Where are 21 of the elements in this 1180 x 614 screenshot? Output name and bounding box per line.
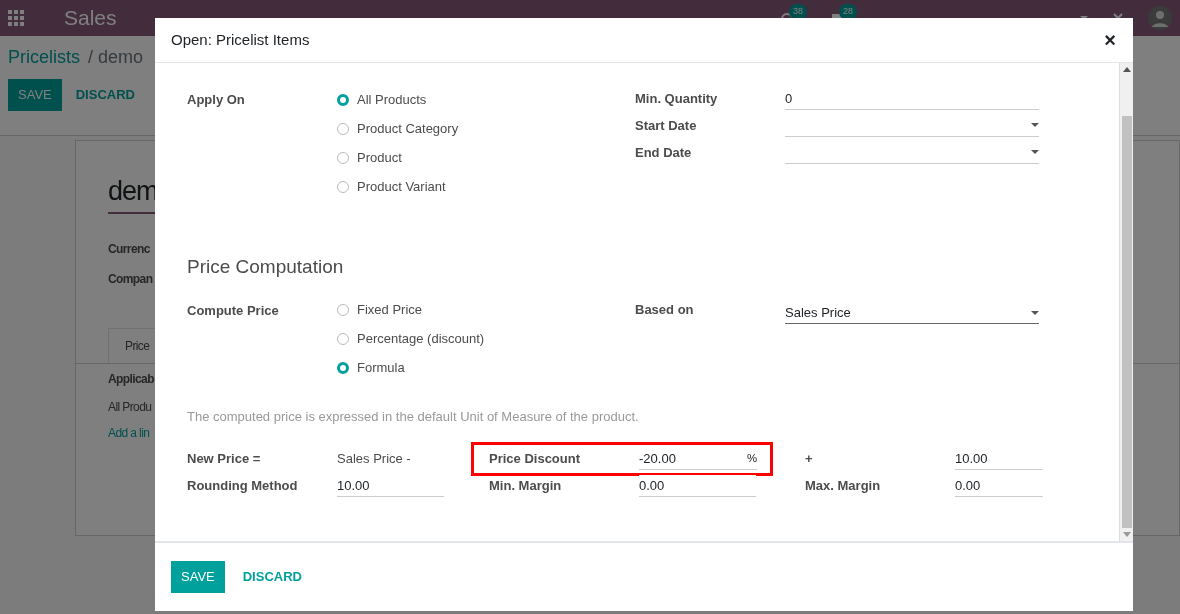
field-label: Currenc	[108, 240, 150, 258]
field-label: Apply On	[187, 91, 246, 109]
dialog-title: Open: Pricelist Items	[171, 29, 310, 50]
field-label: Max. Margin	[805, 477, 882, 496]
field-label: Start Date	[635, 116, 698, 135]
field-label: Min. Quantity	[635, 89, 719, 108]
field-label: Based on	[635, 301, 695, 320]
field-label: End Date	[635, 143, 693, 162]
field-label: Compute Price	[187, 301, 280, 320]
column-header: Applicab	[108, 370, 154, 388]
help-text: The computed price is expressed in the default Unit of Measure of the product.	[187, 407, 640, 426]
field-label: Min. Margin	[489, 477, 563, 496]
field-label: Rounding Method	[187, 477, 299, 496]
section-title: Price Computation	[187, 255, 345, 279]
formula-text: Sales Price -	[337, 450, 412, 469]
field-label: New Price =	[187, 450, 262, 469]
field-label: Compan	[108, 270, 153, 288]
table-cell-text: All Produ	[108, 398, 152, 416]
field-label: +	[805, 450, 814, 469]
field-label: Price Discount	[489, 450, 582, 469]
breadcrumb-current: / demo	[88, 46, 144, 69]
